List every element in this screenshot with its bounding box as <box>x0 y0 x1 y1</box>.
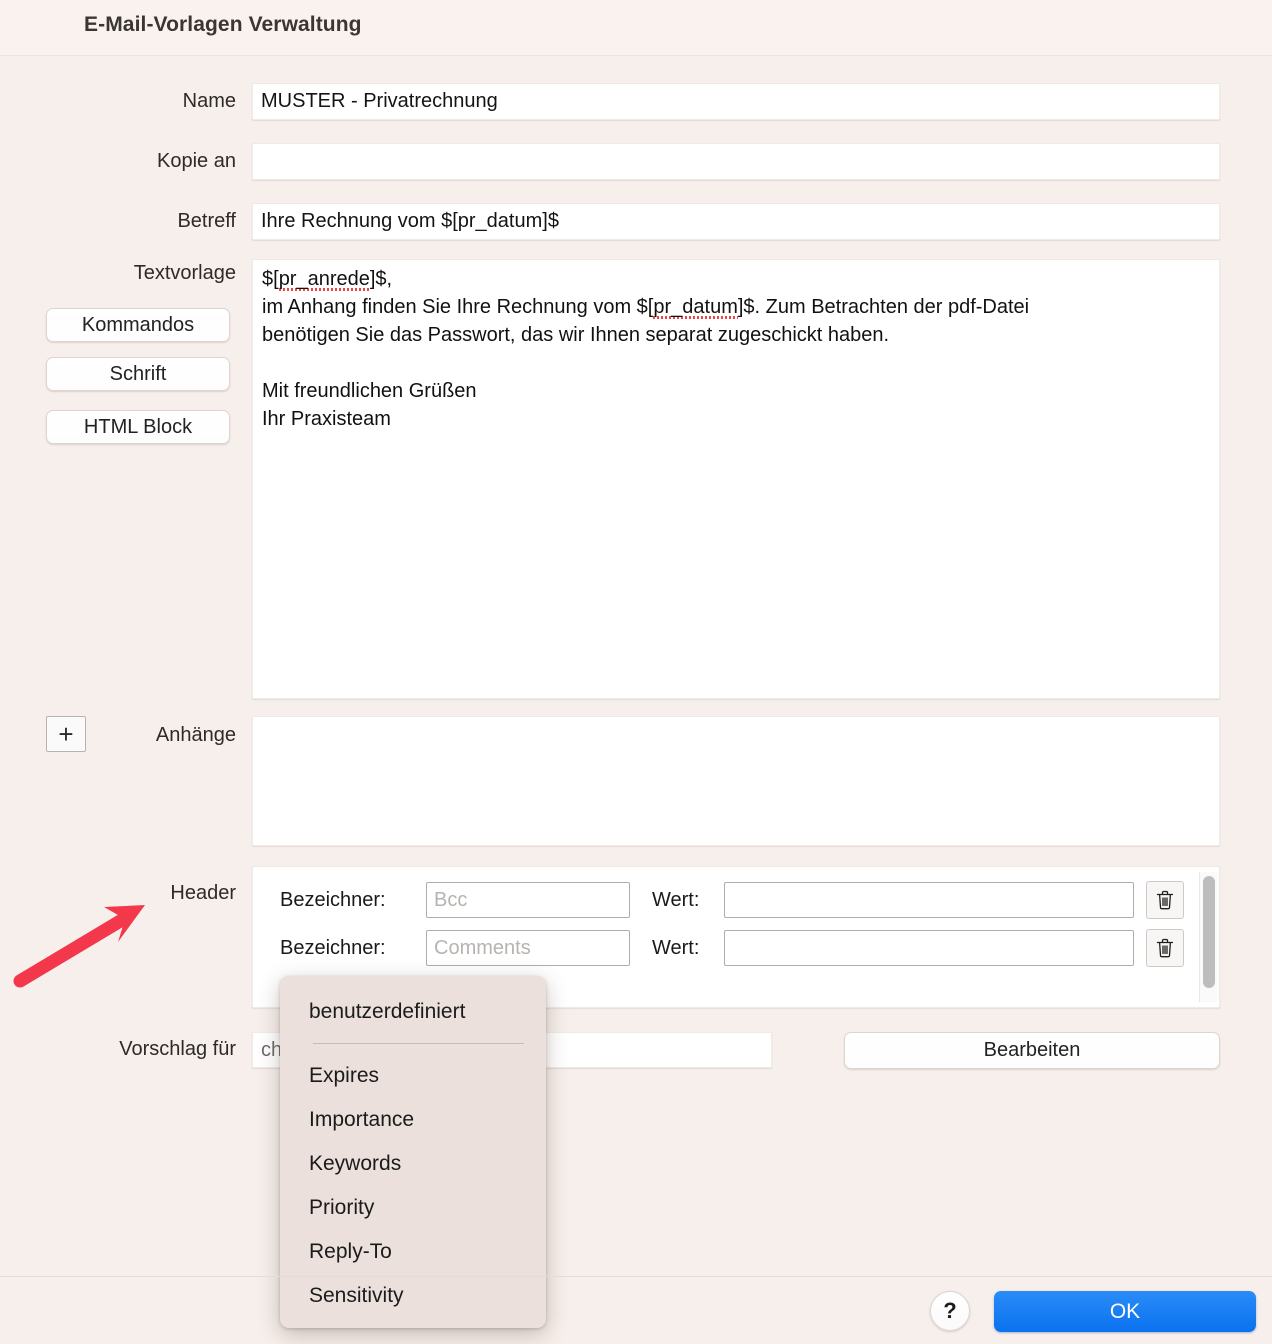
dialog-window: E-Mail-Vorlagen Verwaltung Name Kopie an… <box>0 0 1272 1344</box>
annotation-arrow <box>13 905 145 988</box>
vorschlag-label: Vorschlag für <box>119 1038 236 1060</box>
menu-item-sensitivity[interactable]: Sensitivity <box>280 1274 546 1318</box>
bezeichner-input-1[interactable] <box>426 882 630 918</box>
tpl-token-anrede: pr_anrede <box>278 268 370 291</box>
kopie-an-input[interactable] <box>252 143 1220 180</box>
header-row: Bezeichner: Wert: <box>252 880 1220 920</box>
menu-item-reply-to[interactable]: Reply-To <box>280 1230 546 1274</box>
header-panel-scrollbar[interactable] <box>1199 872 1217 1002</box>
wert-input-1[interactable] <box>724 882 1134 918</box>
menu-item-priority[interactable]: Priority <box>280 1186 546 1230</box>
page-title: E-Mail-Vorlagen Verwaltung <box>84 13 362 36</box>
menu-item-expires[interactable]: Expires <box>280 1054 546 1098</box>
wert-label: Wert: <box>652 936 700 959</box>
bezeichner-label: Bezeichner: <box>280 936 386 959</box>
red-arrow-icon <box>13 905 145 988</box>
question-mark-icon: ? <box>943 1298 957 1323</box>
textvorlage-content[interactable]: $[pr_anrede]$, im Anhang finden Sie Ihre… <box>252 259 1220 699</box>
ok-button[interactable]: OK <box>994 1291 1256 1332</box>
kopie-an-label: Kopie an <box>157 150 236 172</box>
kommandos-button[interactable]: Kommandos <box>46 308 230 342</box>
menu-divider <box>313 1043 524 1044</box>
delete-header-row-button-2[interactable] <box>1146 929 1184 967</box>
tpl-token-datum: pr_datum <box>653 296 738 319</box>
bezeichner-input-2[interactable] <box>426 930 630 966</box>
help-button[interactable]: ? <box>930 1291 970 1331</box>
menu-item-importance[interactable]: Importance <box>280 1098 546 1142</box>
footer-divider <box>0 1276 1272 1277</box>
tpl-line1-pre: $[ <box>262 268 279 290</box>
delete-header-row-button-1[interactable] <box>1146 881 1184 919</box>
tpl-line5: Mit freundlichen Grüßen <box>262 380 477 402</box>
name-input[interactable] <box>252 83 1220 120</box>
attachments-list[interactable] <box>252 716 1220 846</box>
title-bar: E-Mail-Vorlagen Verwaltung <box>0 0 1272 56</box>
textvorlage-label: Textvorlage <box>133 262 236 284</box>
name-label: Name <box>182 90 236 112</box>
menu-item-benutzerdefiniert[interactable]: benutzerdefiniert <box>280 990 546 1034</box>
tpl-line6: Ihr Praxisteam <box>262 408 391 430</box>
menu-item-keywords[interactable]: Keywords <box>280 1142 546 1186</box>
tpl-line1-post: ]$, <box>369 268 393 290</box>
betreff-input[interactable] <box>252 203 1220 240</box>
anhaenge-label: Anhänge <box>155 724 236 746</box>
trash-icon <box>1156 938 1174 958</box>
header-row: Bezeichner: Wert: <box>252 928 1220 968</box>
tpl-line2-post: ]$. Zum Betrachten der pdf-Datei <box>737 296 1030 318</box>
wert-input-2[interactable] <box>724 930 1134 966</box>
tpl-line2-pre: im Anhang finden Sie Ihre Rechnung vom $… <box>262 296 654 318</box>
bearbeiten-button[interactable]: Bearbeiten <box>844 1032 1220 1069</box>
trash-icon <box>1156 890 1174 910</box>
bezeichner-label: Bezeichner: <box>280 888 386 911</box>
titlebar-divider <box>0 55 1272 56</box>
schrift-button[interactable]: Schrift <box>46 357 230 391</box>
html-block-button[interactable]: HTML Block <box>46 410 230 444</box>
wert-label: Wert: <box>652 888 700 911</box>
betreff-label: Betreff <box>177 210 236 232</box>
tpl-line3: benötigen Sie das Passwort, das wir Ihne… <box>262 324 890 346</box>
scrollbar-thumb[interactable] <box>1203 876 1215 988</box>
